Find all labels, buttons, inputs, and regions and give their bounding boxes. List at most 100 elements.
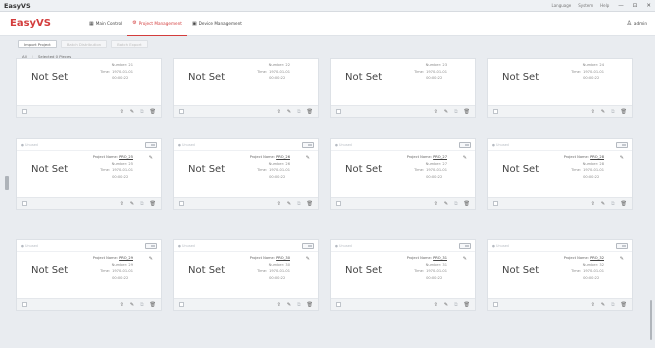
upload-icon[interactable]: ⇪ bbox=[277, 201, 281, 207]
project-name-link[interactable]: PRO_29 bbox=[119, 256, 133, 260]
delete-icon[interactable]: 🗑 bbox=[307, 109, 313, 115]
copy-icon[interactable]: ⧉ bbox=[297, 109, 301, 115]
delete-icon[interactable]: 🗑 bbox=[621, 201, 627, 207]
edit-name-icon[interactable]: ✎ bbox=[463, 256, 467, 262]
copy-icon[interactable]: ⧉ bbox=[454, 109, 458, 115]
select-checkbox[interactable] bbox=[493, 109, 498, 114]
edit-icon[interactable]: ✎ bbox=[444, 201, 448, 207]
enable-toggle[interactable] bbox=[616, 141, 628, 148]
project-name-link[interactable]: PRO_25 bbox=[119, 155, 133, 159]
select-checkbox[interactable] bbox=[336, 109, 341, 114]
edit-name-icon[interactable]: ✎ bbox=[463, 155, 467, 161]
upload-icon[interactable]: ⇪ bbox=[591, 201, 595, 207]
edit-name-icon[interactable]: ✎ bbox=[306, 256, 310, 262]
project-name-link[interactable]: PRO_32 bbox=[590, 256, 604, 260]
edit-icon[interactable]: ✎ bbox=[287, 201, 291, 207]
select-checkbox[interactable] bbox=[22, 302, 27, 307]
copy-icon[interactable]: ⧉ bbox=[454, 201, 458, 207]
select-checkbox[interactable] bbox=[22, 109, 27, 114]
select-checkbox[interactable] bbox=[179, 109, 184, 114]
project-card[interactable]: Not Set Number: 23 Time: 1970-01-01 00:00:22… bbox=[330, 58, 476, 118]
menu-system[interactable]: System bbox=[578, 3, 593, 8]
select-checkbox[interactable] bbox=[179, 302, 184, 307]
project-name-link[interactable]: PRO_26 bbox=[276, 155, 290, 159]
copy-icon[interactable]: ⧉ bbox=[611, 302, 615, 308]
enable-toggle[interactable] bbox=[459, 242, 471, 249]
project-card[interactable]: ● Unused Not Set Project Name: PRO_27 Numbe… bbox=[330, 138, 476, 210]
edit-icon[interactable]: ✎ bbox=[601, 109, 605, 115]
select-checkbox[interactable] bbox=[336, 302, 341, 307]
upload-icon[interactable]: ⇪ bbox=[277, 109, 281, 115]
menu-language[interactable]: Language bbox=[551, 3, 571, 8]
upload-icon[interactable]: ⇪ bbox=[120, 302, 124, 308]
copy-icon[interactable]: ⧉ bbox=[140, 109, 144, 115]
project-card[interactable]: ● Unused Not Set Project Name: PRO_26 Numbe… bbox=[173, 138, 319, 210]
panel-collapse-handle[interactable] bbox=[5, 176, 9, 190]
delete-icon[interactable]: 🗑 bbox=[150, 302, 156, 308]
project-name-link[interactable]: PRO_28 bbox=[590, 155, 604, 159]
edit-icon[interactable]: ✎ bbox=[287, 109, 291, 115]
edit-name-icon[interactable]: ✎ bbox=[620, 155, 624, 161]
edit-icon[interactable]: ✎ bbox=[601, 201, 605, 207]
copy-icon[interactable]: ⧉ bbox=[297, 201, 301, 207]
upload-icon[interactable]: ⇪ bbox=[277, 302, 281, 308]
project-card[interactable]: ● Unused Not Set Project Name: PRO_28 Numbe… bbox=[487, 138, 633, 210]
import-project-button[interactable]: Import Project bbox=[18, 40, 57, 48]
edit-icon[interactable]: ✎ bbox=[444, 109, 448, 115]
select-checkbox[interactable] bbox=[493, 302, 498, 307]
edit-icon[interactable]: ✎ bbox=[130, 302, 134, 308]
project-card[interactable]: ● Unused Not Set Project Name: PRO_31 Numbe… bbox=[330, 239, 476, 311]
batch-distribution-button[interactable]: Batch Distribution bbox=[60, 40, 108, 48]
upload-icon[interactable]: ⇪ bbox=[591, 302, 595, 308]
upload-icon[interactable]: ⇪ bbox=[434, 109, 438, 115]
select-checkbox[interactable] bbox=[493, 201, 498, 206]
edit-name-icon[interactable]: ✎ bbox=[149, 155, 153, 161]
enable-toggle[interactable] bbox=[145, 242, 157, 249]
select-checkbox[interactable] bbox=[336, 201, 341, 206]
upload-icon[interactable]: ⇪ bbox=[120, 201, 124, 207]
maximize-icon[interactable]: ⊡ bbox=[633, 3, 638, 9]
batch-export-button[interactable]: Batch Export bbox=[111, 40, 148, 48]
edit-icon[interactable]: ✎ bbox=[130, 109, 134, 115]
project-card[interactable]: Not Set Number: 21 Time: 1970-01-01 00:00:22… bbox=[16, 58, 162, 118]
edit-icon[interactable]: ✎ bbox=[130, 201, 134, 207]
tab-project-management[interactable]: ⚙ Project Management bbox=[127, 12, 187, 36]
upload-icon[interactable]: ⇪ bbox=[120, 109, 124, 115]
tab-device-management[interactable]: ▣ Device Management bbox=[187, 12, 247, 36]
project-name-link[interactable]: PRO_27 bbox=[433, 155, 447, 159]
tab-main-control[interactable]: ▦ Main Control bbox=[84, 12, 127, 36]
project-card[interactable]: ● Unused Not Set Project Name: PRO_25 Numbe… bbox=[16, 138, 162, 210]
project-card[interactable]: Not Set Number: 24 Time: 1970-01-01 00:00:22… bbox=[487, 58, 633, 118]
delete-icon[interactable]: 🗑 bbox=[150, 109, 156, 115]
edit-name-icon[interactable]: ✎ bbox=[306, 155, 310, 161]
copy-icon[interactable]: ⧉ bbox=[611, 109, 615, 115]
enable-toggle[interactable] bbox=[302, 141, 314, 148]
project-card[interactable]: ● Unused Not Set Project Name: PRO_32 Numbe… bbox=[487, 239, 633, 311]
menu-help[interactable]: Help bbox=[600, 3, 609, 8]
copy-icon[interactable]: ⧉ bbox=[454, 302, 458, 308]
delete-icon[interactable]: 🗑 bbox=[621, 109, 627, 115]
copy-icon[interactable]: ⧉ bbox=[140, 302, 144, 308]
edit-name-icon[interactable]: ✎ bbox=[620, 256, 624, 262]
scrollbar[interactable] bbox=[650, 300, 652, 340]
project-name-link[interactable]: PRO_30 bbox=[276, 256, 290, 260]
upload-icon[interactable]: ⇪ bbox=[434, 302, 438, 308]
delete-icon[interactable]: 🗑 bbox=[307, 201, 313, 207]
select-checkbox[interactable] bbox=[179, 201, 184, 206]
project-name-link[interactable]: PRO_31 bbox=[433, 256, 447, 260]
copy-icon[interactable]: ⧉ bbox=[297, 302, 301, 308]
edit-icon[interactable]: ✎ bbox=[287, 302, 291, 308]
user-menu[interactable]: ♙ admin bbox=[626, 20, 647, 27]
project-card[interactable]: Not Set Number: 22 Time: 1970-01-01 00:00:22… bbox=[173, 58, 319, 118]
enable-toggle[interactable] bbox=[145, 141, 157, 148]
enable-toggle[interactable] bbox=[616, 242, 628, 249]
minimize-icon[interactable]: — bbox=[618, 3, 624, 9]
delete-icon[interactable]: 🗑 bbox=[307, 302, 313, 308]
close-icon[interactable]: ✕ bbox=[646, 3, 651, 9]
delete-icon[interactable]: 🗑 bbox=[150, 201, 156, 207]
project-card[interactable]: ● Unused Not Set Project Name: PRO_30 Numbe… bbox=[173, 239, 319, 311]
project-card[interactable]: ● Unused Not Set Project Name: PRO_29 Numbe… bbox=[16, 239, 162, 311]
delete-icon[interactable]: 🗑 bbox=[464, 201, 470, 207]
copy-icon[interactable]: ⧉ bbox=[611, 201, 615, 207]
delete-icon[interactable]: 🗑 bbox=[464, 302, 470, 308]
